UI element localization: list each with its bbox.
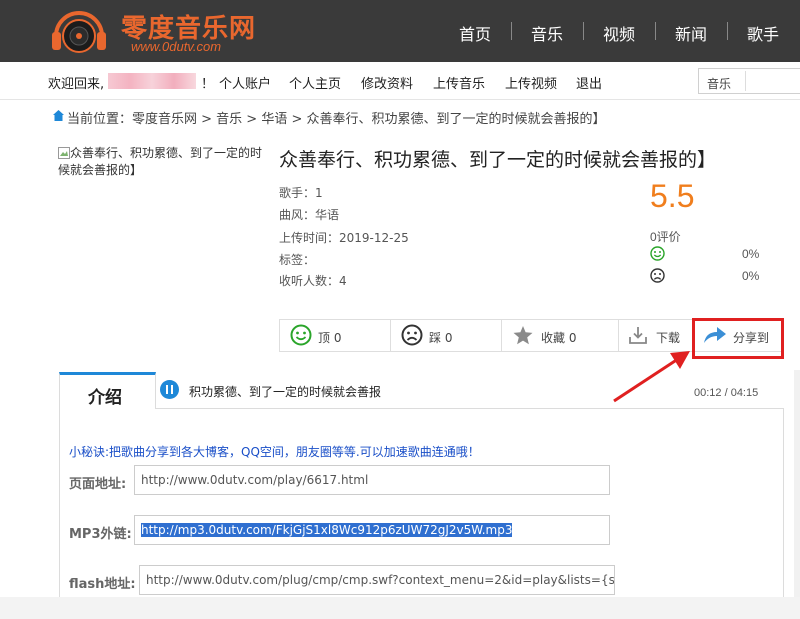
page-url-label: 页面地址: — [69, 477, 127, 492]
cover-image-alt: 众善奉行、积功累德、到了一定的时候就会善报的】 — [58, 145, 270, 179]
nav-video[interactable]: 视频 — [603, 21, 635, 45]
search-box[interactable]: 音乐 — [698, 68, 800, 94]
broken-image-icon — [58, 147, 70, 159]
up-label: 顶 0 — [318, 331, 342, 345]
download-icon — [629, 327, 647, 344]
eval-count: 0评价 — [650, 230, 681, 244]
nav-separator — [583, 22, 584, 40]
song-upload-time: 上传时间：2019-12-25 — [279, 231, 409, 245]
frown-icon — [401, 324, 423, 346]
share-highlight-box — [692, 318, 784, 359]
down-button[interactable]: 踩 0 — [391, 320, 502, 351]
pause-button[interactable] — [160, 380, 179, 399]
good-percent: 0% — [742, 247, 760, 261]
favorite-label: 收藏 0 — [541, 331, 577, 345]
top-header: 零度音乐网 www.0dutv.com 首页 音乐 视频 新闻 歌手 — [0, 0, 800, 62]
nav-home[interactable]: 首页 — [459, 21, 491, 45]
nav-separator — [511, 22, 512, 40]
song-tags: 标签： — [279, 253, 316, 267]
headphone-disc-logo-icon[interactable] — [50, 6, 108, 56]
page-scroll-edge — [794, 370, 800, 610]
song-score: 5.5 — [650, 178, 695, 214]
tab-intro-label: 介绍 — [88, 388, 122, 408]
frown-icon[interactable] — [650, 268, 665, 283]
link-homepage[interactable]: 个人主页 — [289, 73, 341, 92]
breadcrumb[interactable]: 当前位置：零度音乐网 > 音乐 > 华语 > 众善奉行、积功累德、到了一定的时候… — [67, 108, 605, 127]
cover-alt-text: 众善奉行、积功累德、到了一定的时候就会善报的】 — [58, 146, 263, 177]
nav-separator — [655, 22, 656, 40]
mp3-link-field[interactable]: http://mp3.0dutv.com/FkjGjS1xl8Wc912p6zU… — [134, 515, 610, 545]
link-upload-video[interactable]: 上传视频 — [505, 73, 557, 92]
red-pointer-arrow — [613, 351, 690, 403]
down-label: 踩 0 — [429, 331, 453, 345]
up-button[interactable]: 顶 0 — [280, 320, 391, 351]
smile-icon — [290, 324, 312, 346]
bottom-band — [0, 597, 800, 619]
star-icon — [513, 326, 533, 345]
flash-url-label: flash地址: — [69, 577, 136, 592]
bad-percent: 0% — [742, 269, 760, 283]
link-account[interactable]: 个人账户 — [219, 73, 271, 92]
download-label: 下载 — [656, 331, 681, 345]
nav-singer[interactable]: 歌手 — [747, 21, 779, 45]
mp3-link-selected-text: http://mp3.0dutv.com/FkjGjS1xl8Wc912p6zU… — [141, 523, 513, 537]
logo-url: www.0dutv.com — [131, 39, 222, 54]
smile-icon[interactable] — [650, 246, 665, 261]
song-listeners: 收听人数：4 — [279, 274, 347, 288]
favorite-button[interactable]: 收藏 0 — [502, 320, 619, 351]
tab-intro[interactable]: 介绍 — [59, 372, 156, 409]
flash-url-field[interactable]: http://www.0dutv.com/plug/cmp/cmp.swf?co… — [139, 565, 615, 595]
mp3-link-label: MP3外链: — [69, 527, 132, 542]
welcome-exclaim: ！ — [201, 77, 215, 92]
blurred-username — [108, 73, 196, 89]
link-edit-profile[interactable]: 修改资料 — [361, 73, 413, 92]
nav-news[interactable]: 新闻 — [675, 21, 707, 45]
search-category[interactable]: 音乐 — [707, 75, 731, 92]
page-url-field[interactable]: http://www.0dutv.com/play/6617.html — [134, 465, 610, 495]
player-time: 00:12 / 04:15 — [694, 387, 759, 399]
song-title: 众善奉行、积功累德、到了一定的时候就会善报的】 — [279, 149, 717, 171]
home-icon — [53, 110, 64, 121]
song-singer: 歌手：1 — [279, 186, 323, 200]
share-tip: 小秘诀:把歌曲分享到各大博客，QQ空间，朋友圈等等.可以加速歌曲连通哦！ — [69, 445, 480, 459]
link-upload-music[interactable]: 上传音乐 — [433, 73, 485, 92]
link-logout[interactable]: 退出 — [576, 73, 602, 92]
search-divider — [745, 71, 746, 91]
nav-music[interactable]: 音乐 — [531, 21, 563, 45]
nav-separator — [727, 22, 728, 40]
song-genre: 曲风：华语 — [279, 208, 340, 222]
player-track-title: 积功累德、到了一定的时候就会善报 — [189, 385, 382, 399]
welcome-text: 欢迎回来, — [48, 77, 105, 92]
